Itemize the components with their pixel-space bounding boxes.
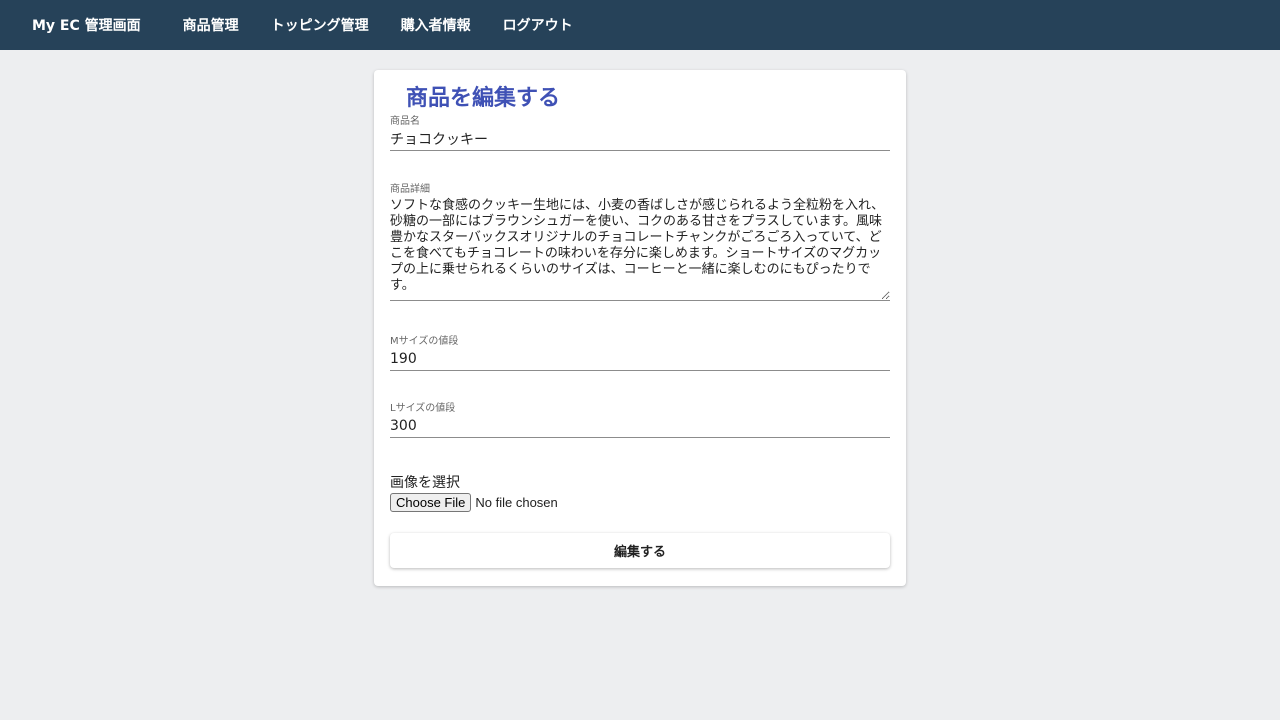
- price-l-input[interactable]: [390, 415, 890, 437]
- price-l-field: Lサイズの値段: [390, 403, 890, 438]
- file-status-text: No file chosen: [475, 495, 558, 510]
- product-name-field: 商品名: [390, 116, 890, 151]
- nav-link-logout[interactable]: ログアウト: [503, 15, 573, 35]
- top-navbar: My EC 管理画面 商品管理 トッピング管理 購入者情報 ログアウト: [0, 0, 1280, 50]
- product-description-label: 商品詳細: [390, 184, 430, 195]
- nav-link-toppings[interactable]: トッピング管理: [271, 15, 369, 35]
- image-select-label: 画像を選択: [390, 475, 460, 491]
- product-description-field: 商品詳細 ソフトな食感のクッキー生地には、小麦の香ばしさが感じられるよう全粒粉を…: [390, 184, 890, 301]
- product-description-textarea[interactable]: ソフトな食感のクッキー生地には、小麦の香ばしさが感じられるよう全粒粉を入れ、砂糖…: [390, 196, 890, 300]
- brand-title[interactable]: My EC 管理画面: [32, 15, 141, 35]
- product-name-input[interactable]: [390, 128, 890, 150]
- file-input: Choose File No file chosen: [390, 493, 558, 512]
- nav-link-buyers[interactable]: 購入者情報: [401, 15, 471, 35]
- product-name-label: 商品名: [390, 116, 420, 127]
- price-m-label: Mサイズの値段: [390, 336, 459, 347]
- price-l-label: Lサイズの値段: [390, 403, 456, 414]
- page-title: 商品を編集する: [406, 86, 561, 111]
- choose-file-button[interactable]: Choose File: [390, 493, 472, 512]
- submit-edit-button[interactable]: 編集する: [390, 533, 890, 568]
- price-m-input[interactable]: [390, 348, 890, 370]
- edit-product-card: 商品を編集する 商品名 商品詳細 ソフトな食感のクッキー生地には、小麦の香ばしさ…: [374, 70, 906, 586]
- price-m-field: Mサイズの値段: [390, 336, 890, 371]
- nav-link-products[interactable]: 商品管理: [183, 15, 239, 35]
